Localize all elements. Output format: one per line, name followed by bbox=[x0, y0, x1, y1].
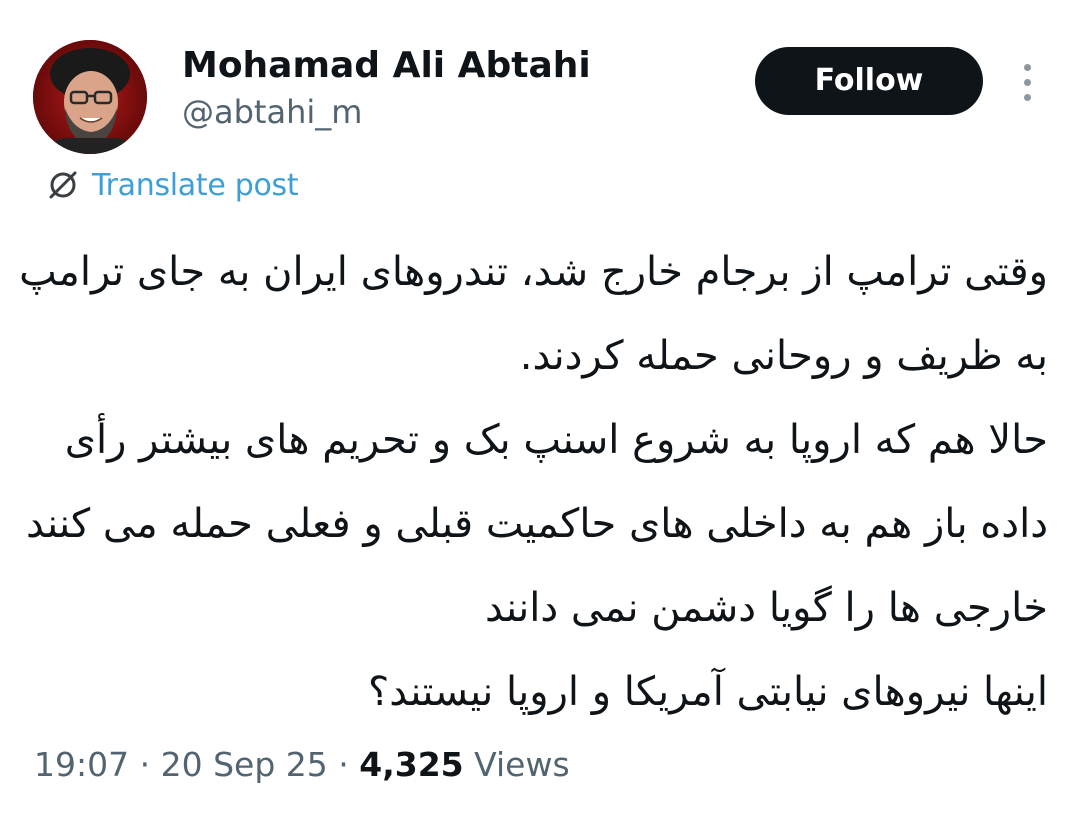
views-count[interactable]: 4,325 bbox=[359, 745, 463, 784]
profile-photo bbox=[33, 40, 147, 154]
tweet-line: داده باز هم به داخلی های حاکمیت قبلی و ف… bbox=[25, 501, 1048, 547]
tweet-line: حالا هم که اروپا به شروع اسنپ بک و تحریم… bbox=[64, 417, 1048, 463]
more-vertical-icon[interactable] bbox=[1010, 58, 1046, 106]
meta-separator: · bbox=[327, 745, 360, 784]
tweet-line: خارجی ها را گویا دشمن نمی دانند bbox=[485, 585, 1048, 631]
tweet-line: به ظریف و روحانی حمله کردند. bbox=[519, 333, 1048, 379]
translate-post-link[interactable]: Translate post bbox=[46, 164, 299, 206]
translate-post-label: Translate post bbox=[92, 167, 299, 203]
meta-separator: · bbox=[129, 745, 161, 784]
tweet-text: وقتی ترامپ از برجام خارج شد، تندروهای ای… bbox=[19, 230, 1048, 734]
tweet-line: وقتی ترامپ از برجام خارج شد، تندروهای ای… bbox=[19, 249, 1048, 295]
avatar[interactable] bbox=[33, 40, 147, 154]
post-time[interactable]: 19:07 bbox=[34, 745, 129, 784]
post-date[interactable]: 20 Sep 25 bbox=[161, 745, 328, 784]
tweet-meta: 19:07 · 20 Sep 25 · 4,325 Views bbox=[34, 742, 570, 788]
author-display-name[interactable]: Mohamad Ali Abtahi bbox=[182, 44, 591, 88]
views-label: Views bbox=[463, 745, 570, 784]
follow-button[interactable]: Follow bbox=[755, 47, 983, 115]
tweet-line: اینها نیروهای نیابتی آمریکا و اروپا نیست… bbox=[368, 669, 1048, 715]
globe-slash-icon bbox=[49, 171, 77, 199]
author-handle[interactable]: @abtahi_m bbox=[182, 92, 362, 132]
